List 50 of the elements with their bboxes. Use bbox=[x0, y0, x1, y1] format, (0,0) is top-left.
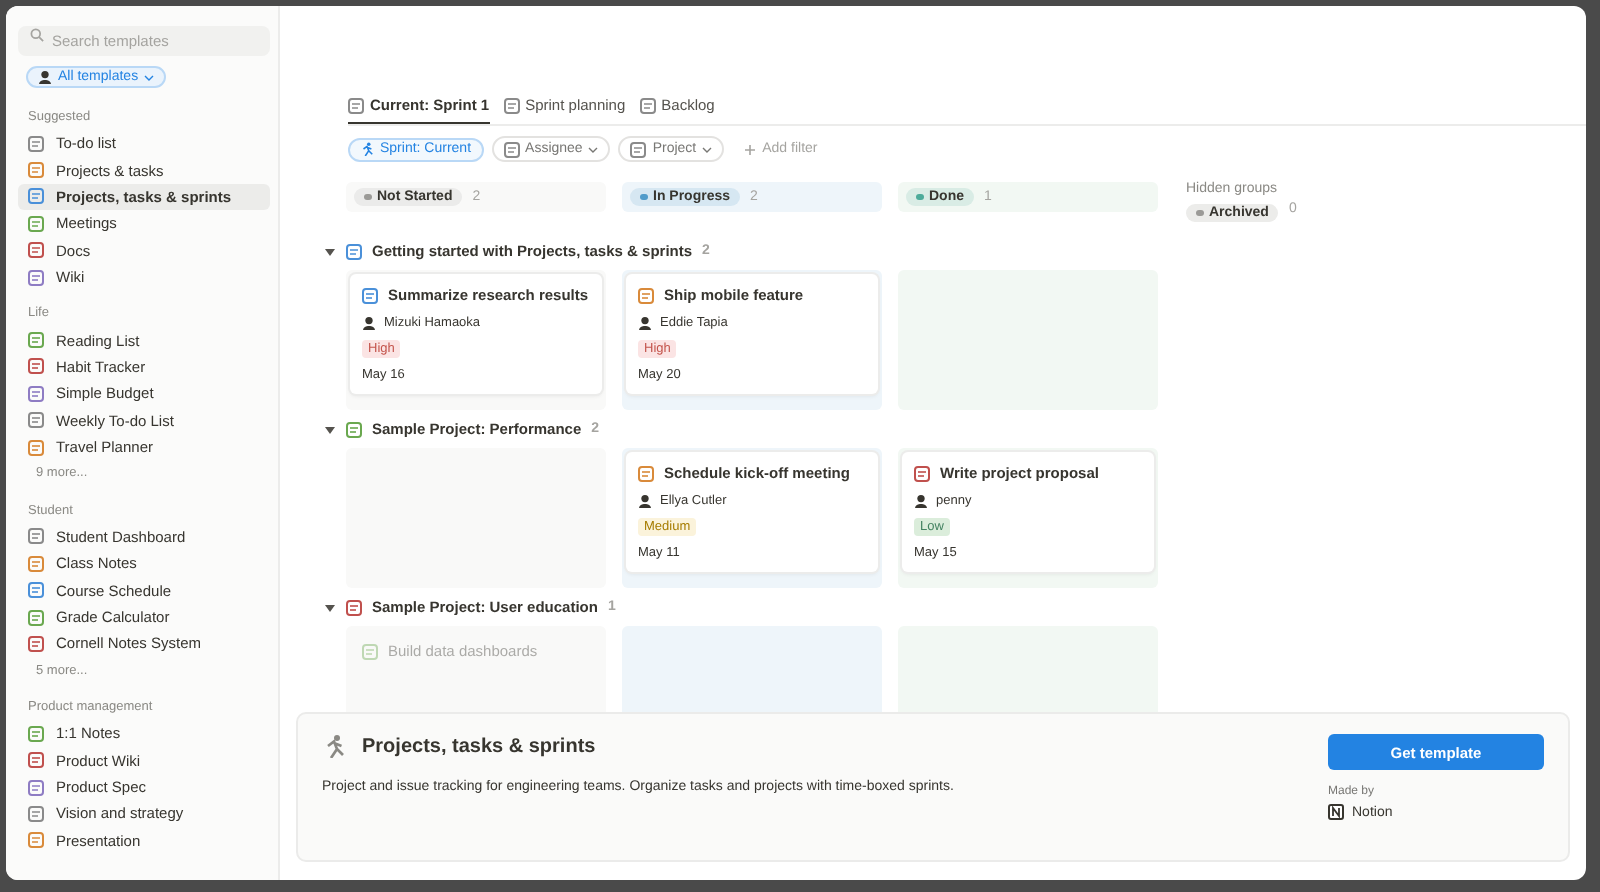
page-icon bbox=[28, 358, 44, 375]
person-avatar-icon bbox=[38, 70, 52, 84]
page-icon bbox=[638, 465, 654, 481]
page-icon bbox=[28, 162, 44, 179]
toggle-triangle-icon[interactable] bbox=[324, 423, 336, 435]
page-icon bbox=[348, 97, 364, 113]
caret-icon bbox=[588, 145, 599, 153]
page-icon bbox=[28, 832, 44, 849]
page-icon bbox=[28, 242, 44, 259]
person-avatar-icon bbox=[362, 316, 376, 330]
page-icon bbox=[28, 215, 44, 232]
logo-icon bbox=[1328, 804, 1344, 820]
page-icon bbox=[28, 582, 44, 599]
page-icon bbox=[28, 188, 44, 205]
person-avatar-icon bbox=[638, 494, 652, 508]
page-icon bbox=[28, 805, 44, 822]
page-icon bbox=[28, 135, 44, 152]
page-icon bbox=[639, 97, 656, 113]
runner-icon bbox=[360, 142, 374, 156]
page-icon bbox=[638, 287, 654, 303]
page-icon bbox=[630, 141, 647, 157]
page-icon bbox=[362, 287, 378, 303]
page-icon bbox=[28, 635, 44, 652]
page-icon bbox=[28, 269, 44, 286]
page-icon bbox=[28, 528, 44, 545]
page-icon bbox=[28, 752, 44, 769]
page-icon bbox=[28, 332, 44, 349]
page-icon bbox=[28, 609, 44, 626]
page-icon bbox=[28, 385, 44, 402]
toggle-triangle-icon[interactable] bbox=[324, 601, 336, 613]
page-icon bbox=[28, 412, 44, 429]
plus-icon bbox=[744, 143, 757, 155]
page-icon bbox=[28, 555, 44, 572]
person-avatar-icon bbox=[914, 494, 928, 508]
page-icon bbox=[503, 97, 520, 113]
page-icon bbox=[914, 465, 930, 481]
page-icon bbox=[28, 725, 44, 742]
runner-icon bbox=[322, 734, 346, 758]
toggle-triangle-icon[interactable] bbox=[324, 245, 336, 257]
page-icon bbox=[503, 141, 520, 157]
page-icon bbox=[346, 243, 362, 259]
page-icon bbox=[346, 421, 362, 437]
page-icon bbox=[346, 599, 362, 615]
template-title: Projects, tasks & sprints bbox=[362, 735, 596, 757]
caret-icon bbox=[702, 145, 713, 153]
person-avatar-icon bbox=[638, 316, 652, 330]
page-icon bbox=[28, 779, 44, 795]
page-icon bbox=[28, 439, 44, 456]
page-icon bbox=[362, 643, 378, 659]
caret-icon bbox=[144, 73, 155, 81]
